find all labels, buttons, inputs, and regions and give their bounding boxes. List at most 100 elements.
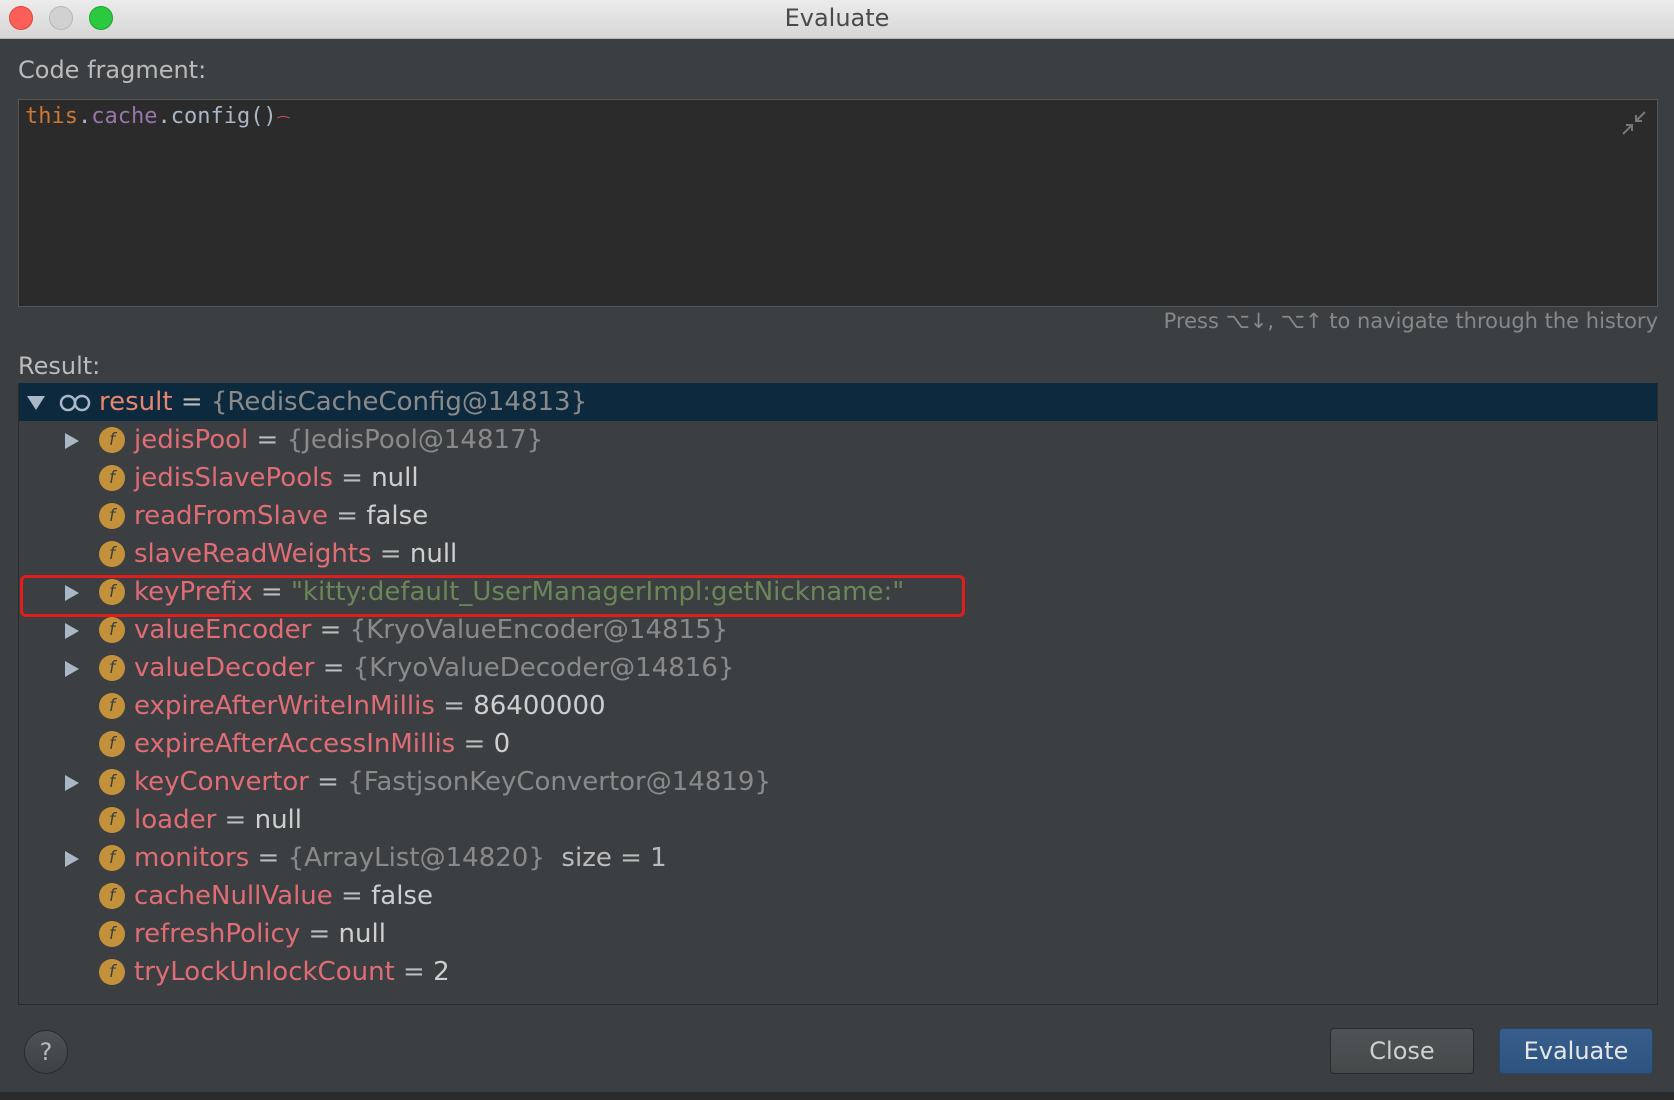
equals-sign: = <box>332 881 372 911</box>
field-value: {JedisPool@14817} <box>286 425 544 455</box>
equals-sign: = <box>394 957 434 987</box>
equals-sign: = <box>311 615 350 645</box>
watch-glasses-icon <box>59 394 91 412</box>
tree-row-field[interactable]: f monitors = {ArrayList@14820} size = 1 <box>19 839 1657 877</box>
field-value: null <box>409 539 458 569</box>
expand-arrow-icon[interactable] <box>65 623 79 639</box>
collapse-editor-icon[interactable] <box>1621 110 1647 136</box>
field-icon: f <box>99 503 125 529</box>
equals-sign: = <box>332 463 372 493</box>
field-icon: f <box>99 883 125 909</box>
field-icon: f <box>99 769 125 795</box>
field-value: {FastjsonKeyConvertor@14819} <box>347 767 771 797</box>
field-icon: f <box>99 959 125 985</box>
bottom-edge <box>0 1092 1674 1100</box>
tree-row-field[interactable]: f cacheNullValue = false <box>19 877 1657 915</box>
field-name: slaveReadWeights <box>134 539 372 569</box>
code-text[interactable]: this.cache.config()⁀ <box>25 104 289 133</box>
field-value: 2 <box>433 957 450 987</box>
equals-sign: = <box>248 425 287 455</box>
field-icon: f <box>99 617 125 643</box>
collapse-arrow-icon[interactable] <box>27 396 45 410</box>
code-fragment-label: Code fragment: <box>18 56 207 84</box>
tree-row-field[interactable]: f valueDecoder = {KryoValueDecoder@14816} <box>19 649 1657 687</box>
field-value: false <box>366 501 429 531</box>
field-icon: f <box>99 693 125 719</box>
root-variable-value: {RedisCacheConfig@14813} <box>210 387 588 417</box>
equals-sign: = <box>308 767 348 797</box>
root-variable-name: result <box>99 387 173 417</box>
field-name: expireAfterWriteInMillis <box>134 691 435 721</box>
field-name: tryLockUnlockCount <box>134 957 395 987</box>
field-value: 0 <box>493 729 511 759</box>
expand-arrow-icon[interactable] <box>65 775 79 791</box>
field-name: valueEncoder <box>134 615 312 645</box>
equals-sign: = <box>328 501 367 531</box>
code-field: cache <box>91 104 158 129</box>
tree-row-field[interactable]: f tryLockUnlockCount = 2 <box>19 953 1657 991</box>
field-name: cacheNullValue <box>134 881 333 911</box>
error-squiggle-icon: ⁀ <box>277 117 289 133</box>
tree-row-field[interactable]: f readFromSlave = false <box>19 497 1657 535</box>
field-value: {KryoValueEncoder@14815} <box>349 615 729 645</box>
close-button[interactable]: Close <box>1330 1028 1474 1074</box>
tree-row-field[interactable]: f jedisPool = {JedisPool@14817} <box>19 421 1657 459</box>
expand-arrow-icon[interactable] <box>65 433 79 449</box>
field-icon: f <box>99 731 125 757</box>
tree-row-field[interactable]: f loader = null <box>19 801 1657 839</box>
equals-sign: = <box>434 691 474 721</box>
field-name: loader <box>134 805 217 835</box>
field-icon: f <box>99 465 125 491</box>
field-name: jedisPool <box>134 425 249 455</box>
field-name: valueDecoder <box>134 653 315 683</box>
tree-row-root[interactable]: result = {RedisCacheConfig@14813} <box>19 383 1657 421</box>
code-fragment-editor[interactable]: this.cache.config()⁀ <box>18 99 1658 307</box>
tree-row-field[interactable]: f refreshPolicy = null <box>19 915 1657 953</box>
field-value: null <box>254 805 302 835</box>
equals-sign: = <box>314 653 353 683</box>
equals-sign: = <box>216 805 255 835</box>
code-dot: . <box>77 104 92 129</box>
field-name: jedisSlavePools <box>134 463 333 493</box>
field-value: 86400000 <box>473 691 606 721</box>
code-method: config() <box>170 104 277 129</box>
equals-sign: = <box>172 387 211 417</box>
field-icon: f <box>99 807 125 833</box>
history-hint: Press ⌥↓, ⌥↑ to navigate through the his… <box>1163 309 1658 333</box>
field-value: false <box>371 881 433 911</box>
field-icon: f <box>99 655 125 681</box>
field-icon: f <box>99 541 125 567</box>
expand-arrow-icon[interactable] <box>65 661 79 677</box>
result-tree[interactable]: result = {RedisCacheConfig@14813} f jedis… <box>18 383 1658 1005</box>
tree-row-field[interactable]: f slaveReadWeights = null <box>19 535 1657 573</box>
field-name: refreshPolicy <box>134 919 301 949</box>
field-value: null <box>371 463 419 493</box>
field-name: readFromSlave <box>134 501 329 531</box>
tree-row-field[interactable]: f expireAfterWriteInMillis = 86400000 <box>19 687 1657 725</box>
expand-arrow-icon[interactable] <box>65 851 79 867</box>
tree-row-field[interactable]: f expireAfterAccessInMillis = 0 <box>19 725 1657 763</box>
title-bar: Evaluate <box>0 0 1674 39</box>
equals-sign: = <box>455 729 494 759</box>
window-title: Evaluate <box>784 4 890 32</box>
equals-sign: = <box>300 919 339 949</box>
field-extra-info: size = 1 <box>544 843 667 873</box>
field-name: monitors <box>134 843 250 873</box>
field-value: {ArrayList@14820} <box>287 843 545 873</box>
tree-row-field[interactable]: f keyConvertor = {FastjsonKeyConvertor@14… <box>19 763 1657 801</box>
field-value: {KryoValueDecoder@14816} <box>352 653 735 683</box>
field-icon: f <box>99 845 125 871</box>
field-icon: f <box>99 921 125 947</box>
equals-sign: = <box>249 843 288 873</box>
tree-row-field[interactable]: f jedisSlavePools = null <box>19 459 1657 497</box>
result-label: Result: <box>18 352 101 380</box>
highlight-annotation-box <box>20 575 965 617</box>
field-value: null <box>338 919 386 949</box>
code-keyword: this <box>25 104 78 129</box>
equals-sign: = <box>371 539 410 569</box>
field-icon: f <box>99 427 125 453</box>
code-dot: . <box>157 104 171 129</box>
evaluate-button[interactable]: Evaluate <box>1499 1028 1653 1074</box>
field-name: expireAfterAccessInMillis <box>134 729 456 759</box>
help-button[interactable]: ? <box>24 1030 68 1074</box>
